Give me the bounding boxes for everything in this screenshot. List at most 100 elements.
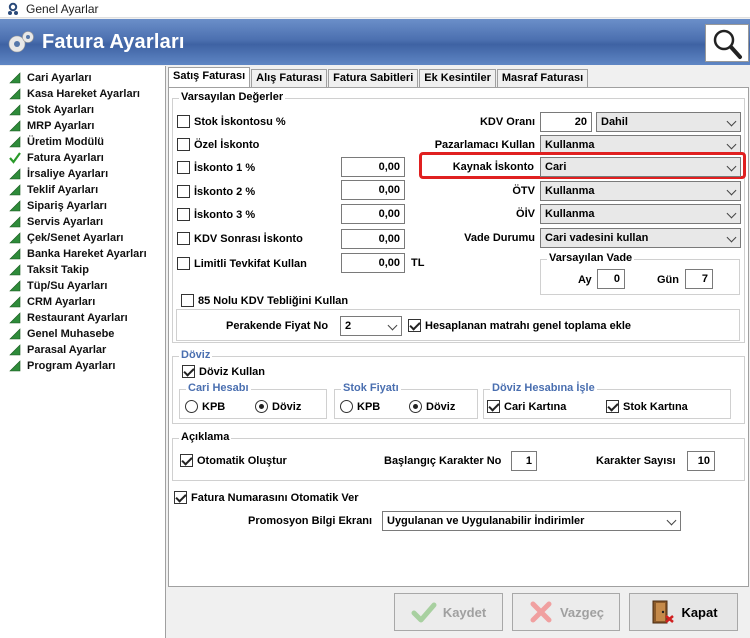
oiv-label: ÖİV: [516, 208, 535, 220]
gun-input[interactable]: 7: [685, 269, 713, 289]
radio-circle: [255, 400, 268, 413]
kdv-orani-input[interactable]: 20: [540, 112, 592, 132]
ay-label: Ay: [578, 274, 592, 286]
chevron-down-icon: [726, 116, 737, 127]
green-triangle-icon: [9, 216, 21, 228]
iskonto1-checkbox[interactable]: İskonto 1 %: [177, 161, 255, 174]
chevron-down-icon: [666, 515, 677, 526]
page-title: Fatura Ayarları: [42, 31, 185, 53]
gun-label: Gün: [657, 274, 679, 286]
sidebar-item[interactable]: Fatura Ayarları: [0, 150, 165, 166]
stok-fiyati-legend: Stok Fiyatı: [341, 382, 401, 394]
hesaplanan-matrah-checkbox[interactable]: Hesaplanan matrahı genel toplama ekle: [408, 319, 631, 332]
varsayilan-vade-legend: Varsayılan Vade: [547, 252, 635, 264]
sidebar-item-label: Fatura Ayarları: [27, 152, 104, 164]
vade-durumu-select[interactable]: Cari vadesini kullan: [540, 228, 741, 248]
perakende-fiyat-label: Perakende Fiyat No: [226, 320, 329, 332]
sidebar-item[interactable]: MRP Ayarları: [0, 118, 165, 134]
promosyon-label: Promosyon Bilgi Ekranı: [248, 515, 373, 527]
kdv85-checkbox[interactable]: 85 Nolu KDV Tebliğini Kullan: [181, 294, 348, 307]
sidebar-item[interactable]: Stok Ayarları: [0, 102, 165, 118]
checkbox-box: [606, 400, 619, 413]
kaynak-iskonto-select[interactable]: Cari: [540, 157, 741, 177]
sidebar-item[interactable]: İrsaliye Ayarları: [0, 166, 165, 182]
settings-sidebar: Cari Ayarları Kasa Hareket Ayarları Stok A…: [0, 66, 166, 638]
otomatik-olustur-checkbox[interactable]: Otomatik Oluştur: [180, 454, 287, 467]
tab-0[interactable]: Satış Faturası: [168, 67, 251, 88]
iskonto1-input[interactable]: 0,00: [341, 157, 405, 177]
stok-doviz-radio[interactable]: Döviz: [409, 400, 455, 413]
sidebar-item[interactable]: Servis Ayarları: [0, 214, 165, 230]
limitli-tevkifat-input[interactable]: 0,00: [341, 253, 405, 273]
sidebar-item[interactable]: Genel Muhasebe: [0, 326, 165, 342]
stok-kpb-radio[interactable]: KPB: [340, 400, 380, 413]
cari-kpb-radio[interactable]: KPB: [185, 400, 225, 413]
sidebar-item-label: Servis Ayarları: [27, 216, 104, 228]
sidebar-item[interactable]: Banka Hareket Ayarları: [0, 246, 165, 262]
fatura-numarasi-checkbox[interactable]: Fatura Numarasını Otomatik Ver: [174, 491, 359, 504]
oiv-select[interactable]: Kullanma: [540, 204, 741, 224]
sidebar-item-label: Çek/Senet Ayarları: [27, 232, 124, 244]
sidebar-item[interactable]: Cari Ayarları: [0, 70, 165, 86]
checkbox-box: [181, 294, 194, 307]
perakende-fiyat-select[interactable]: 2: [340, 316, 402, 336]
iskonto3-input[interactable]: 0,00: [341, 204, 405, 224]
doviz-kullan-checkbox[interactable]: Döviz Kullan: [182, 365, 265, 378]
sidebar-item[interactable]: Tüp/Su Ayarları: [0, 278, 165, 294]
sidebar-item[interactable]: Program Ayarları: [0, 358, 165, 374]
green-triangle-icon: [9, 312, 21, 324]
ay-input[interactable]: 0: [597, 269, 625, 289]
green-triangle-icon: [9, 280, 21, 292]
tab-4[interactable]: Masraf Faturası: [496, 69, 589, 88]
checkbox-box: [177, 232, 190, 245]
sidebar-item-label: İrsaliye Ayarları: [27, 168, 109, 180]
promosyon-select[interactable]: Uygulanan ve Uygulanabilir İndirimler: [382, 511, 681, 531]
checkbox-box: [177, 115, 190, 128]
check-icon: [411, 602, 437, 623]
green-triangle-icon: [9, 104, 21, 116]
chevron-down-icon: [726, 139, 737, 150]
stok-iskontosu-checkbox[interactable]: Stok İskontosu %: [177, 115, 286, 128]
karakter-sayisi-input[interactable]: 10: [687, 451, 715, 471]
defaults-legend: Varsayılan Değerler: [179, 91, 286, 103]
sidebar-item-label: Sipariş Ayarları: [27, 200, 107, 212]
baslangic-karakter-input[interactable]: 1: [511, 451, 537, 471]
limitli-tevkifat-checkbox[interactable]: Limitli Tevkifat Kullan: [177, 257, 307, 270]
tab-1[interactable]: Alış Faturası: [251, 69, 328, 88]
green-triangle-icon: [9, 136, 21, 148]
otv-select[interactable]: Kullanma: [540, 181, 741, 201]
kdv-sonrasi-iskonto-checkbox[interactable]: KDV Sonrası İskonto: [177, 232, 303, 245]
iskonto2-checkbox[interactable]: İskonto 2 %: [177, 185, 255, 198]
checkbox-box: [177, 185, 190, 198]
sidebar-item[interactable]: Taksit Takip: [0, 262, 165, 278]
kaydet-button[interactable]: Kaydet: [394, 593, 503, 631]
kapat-button[interactable]: Kapat: [629, 593, 738, 631]
checkbox-box: [174, 491, 187, 504]
vazgec-button[interactable]: Vazgeç: [512, 593, 620, 631]
sidebar-item[interactable]: Sipariş Ayarları: [0, 198, 165, 214]
ozel-iskonto-checkbox[interactable]: Özel İskonto: [177, 138, 259, 151]
sidebar-item-label: Program Ayarları: [27, 360, 116, 372]
search-button[interactable]: [705, 24, 749, 62]
sidebar-item[interactable]: Restaurant Ayarları: [0, 310, 165, 326]
tab-3[interactable]: Ek Kesintiler: [419, 69, 496, 88]
tab-2[interactable]: Fatura Sabitleri: [328, 69, 419, 88]
sidebar-item-label: Cari Ayarları: [27, 72, 92, 84]
kdv-sonrasi-iskonto-input[interactable]: 0,00: [341, 229, 405, 249]
sidebar-item[interactable]: Kasa Hareket Ayarları: [0, 86, 165, 102]
cari-doviz-radio[interactable]: Döviz: [255, 400, 301, 413]
sidebar-item[interactable]: Çek/Senet Ayarları: [0, 230, 165, 246]
cari-kartina-checkbox[interactable]: Cari Kartına: [487, 400, 566, 413]
kdv-dahil-select[interactable]: Dahil: [596, 112, 741, 132]
iskonto3-checkbox[interactable]: İskonto 3 %: [177, 208, 255, 221]
radio-circle: [409, 400, 422, 413]
sidebar-item-label: Kasa Hareket Ayarları: [27, 88, 140, 100]
green-triangle-icon: [9, 120, 21, 132]
sidebar-item[interactable]: Üretim Modülü: [0, 134, 165, 150]
iskonto2-input[interactable]: 0,00: [341, 180, 405, 200]
sidebar-item[interactable]: CRM Ayarları: [0, 294, 165, 310]
sidebar-item[interactable]: Parasal Ayarlar: [0, 342, 165, 358]
sidebar-item[interactable]: Teklif Ayarları: [0, 182, 165, 198]
stok-kartina-checkbox[interactable]: Stok Kartına: [606, 400, 688, 413]
otv-label: ÖTV: [512, 185, 535, 197]
